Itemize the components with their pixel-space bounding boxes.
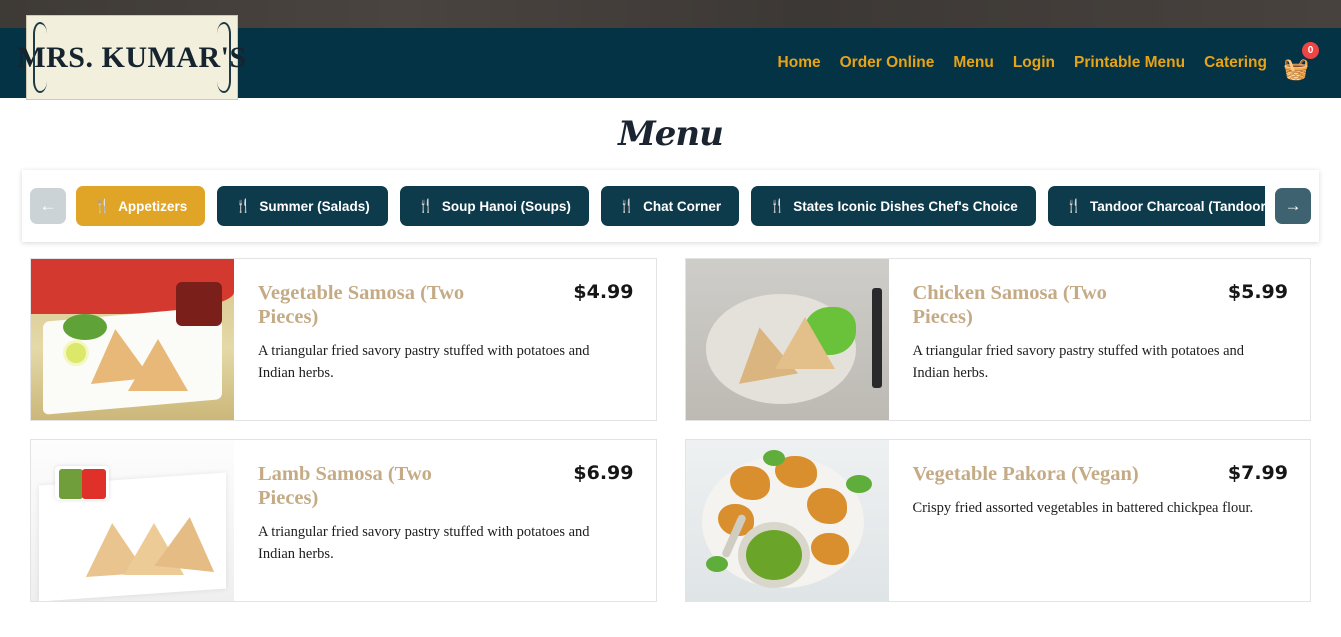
menu-item-description: A triangular fried savory pastry stuffed… <box>258 524 590 563</box>
menu-item-name: Lamb Samosa (Two Pieces) <box>258 463 432 510</box>
cutlery-icon: 🍴 <box>618 198 636 213</box>
tab-label: Summer (Salads) <box>259 198 370 214</box>
nav-link-login[interactable]: Login <box>1013 54 1055 72</box>
vegetable-pakora-photo <box>685 440 889 601</box>
tab-soup-hanoi[interactable]: 🍴 Soup Hanoi (Soups) <box>399 186 589 226</box>
site-header: MRS. KUMAR'S Home Order Online Menu Logi… <box>0 15 1341 100</box>
cutlery-icon: 🍴 <box>1065 198 1082 213</box>
category-tabs-scroller[interactable]: 🍴 Appetizers 🍴 Summer (Salads) 🍴 Soup Ha… <box>76 186 1265 226</box>
menu-item-card[interactable]: Vegetable Samosa (Two Pieces) $4.99 A tr… <box>30 258 657 421</box>
menu-item-price: $7.99 <box>1227 462 1288 484</box>
tab-summer-salads[interactable]: 🍴 Summer (Salads) <box>217 186 388 226</box>
menu-item-card[interactable]: Lamb Samosa (Two Pieces) $6.99 A triangu… <box>30 439 657 602</box>
vegetable-samosa-photo <box>31 259 234 420</box>
tab-label: Soup Hanoi (Soups) <box>441 198 571 214</box>
page-title: Menu <box>618 114 724 154</box>
nav-link-printable-menu[interactable]: Printable Menu <box>1074 54 1185 72</box>
logo-text: MRS. KUMAR'S <box>17 40 247 74</box>
menu-item-card[interactable]: Chicken Samosa (Two Pieces) $5.99 A tria… <box>684 258 1311 421</box>
menu-item-price: $4.99 <box>573 281 634 303</box>
menu-item-name: Chicken Samosa (Two Pieces) <box>912 282 1107 329</box>
cutlery-icon: 🍴 <box>235 198 252 213</box>
cart-count-badge: 0 <box>1302 42 1319 59</box>
nav-link-home[interactable]: Home <box>778 54 821 72</box>
cutlery-icon: 🍴 <box>94 198 111 213</box>
cutlery-icon: 🍴 <box>417 198 434 213</box>
menu-item-description: A triangular fried savory pastry stuffed… <box>912 343 1245 382</box>
nav-link-catering[interactable]: Catering <box>1204 54 1267 72</box>
site-logo[interactable]: MRS. KUMAR'S <box>17 15 246 100</box>
tab-chat-corner[interactable]: 🍴 Chat Corner <box>600 186 740 226</box>
nav-link-menu[interactable]: Menu <box>953 54 993 72</box>
menu-item-description: Crispy fried assorted vegetables in batt… <box>912 500 1254 517</box>
nav-link-order-online[interactable]: Order Online <box>840 54 935 72</box>
cutlery-icon: 🍴 <box>769 198 786 213</box>
menu-item-name: Vegetable Pakora (Vegan) <box>912 463 1139 485</box>
shopping-basket-icon: 🧺 <box>1283 58 1310 81</box>
menu-item-description: A triangular fried savory pastry stuffed… <box>258 343 590 382</box>
category-tab-bar: ← 🍴 Appetizers 🍴 Summer (Salads) 🍴 Soup … <box>22 170 1319 242</box>
tab-label: Appetizers <box>118 198 188 214</box>
tab-appetizers[interactable]: 🍴 Appetizers <box>76 186 206 226</box>
menu-items-grid: Vegetable Samosa (Two Pieces) $4.99 A tr… <box>30 258 1311 602</box>
cart-button[interactable]: 🧺 0 <box>1279 42 1321 84</box>
tab-label: Chat Corner <box>643 198 722 214</box>
tab-label: States Iconic Dishes Chef's Choice <box>793 198 1018 214</box>
chicken-samosa-photo <box>685 259 889 420</box>
tab-tandoor-charcoal[interactable]: 🍴 Tandoor Charcoal (Tandoori Entrees) - … <box>1047 186 1265 226</box>
main-navigation: Home Order Online Menu Login Printable M… <box>778 54 1267 72</box>
arrow-left-icon[interactable]: ← <box>30 188 66 224</box>
logo-plate: MRS. KUMAR'S <box>17 15 246 100</box>
menu-item-name: Vegetable Samosa (Two Pieces) <box>258 282 465 329</box>
lamb-samosa-photo <box>31 440 234 601</box>
menu-item-price: $6.99 <box>573 462 634 484</box>
arrow-right-icon[interactable]: → <box>1275 188 1311 224</box>
menu-item-price: $5.99 <box>1227 281 1288 303</box>
page-title-band: Menu <box>0 98 1341 170</box>
tab-states-iconic-dishes[interactable]: 🍴 States Iconic Dishes Chef's Choice <box>751 186 1036 226</box>
tab-label: Tandoor Charcoal (Tandoori Entrees) - No… <box>1090 198 1265 214</box>
menu-item-card[interactable]: Vegetable Pakora (Vegan) $7.99 Crispy fr… <box>684 439 1311 602</box>
